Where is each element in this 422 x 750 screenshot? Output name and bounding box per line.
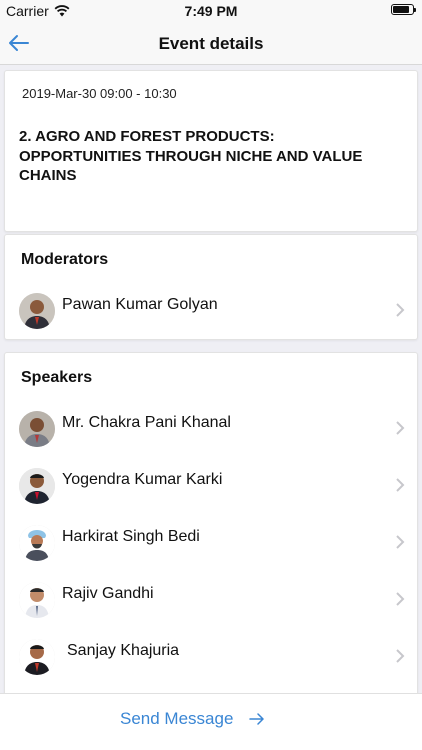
speaker-name: Sanjay Khajuria bbox=[67, 642, 180, 659]
navigation-bar: Event details bbox=[0, 22, 422, 65]
chevron-right-icon bbox=[396, 535, 405, 549]
speaker-item[interactable]: Rajiv Gandhi bbox=[5, 578, 417, 624]
chevron-right-icon bbox=[396, 478, 405, 492]
page-title: Event details bbox=[158, 34, 264, 53]
avatar bbox=[19, 525, 55, 561]
event-title: 2. AGRO AND FOREST PRODUCTS: OPPORTUNITI… bbox=[19, 127, 404, 186]
speakers-card: Speakers Mr. Chakra Pani Khanal Yogendra… bbox=[4, 352, 418, 693]
speaker-item[interactable]: Mr. Chakra Pani Khanal bbox=[5, 407, 417, 453]
chevron-right-icon bbox=[396, 592, 405, 606]
battery-icon bbox=[391, 4, 416, 15]
speaker-item[interactable]: Sanjay Khajuria bbox=[5, 635, 417, 681]
moderators-heading: Moderators bbox=[21, 251, 109, 268]
avatar bbox=[19, 411, 55, 447]
speaker-name: Rajiv Gandhi bbox=[62, 585, 154, 602]
chevron-right-icon bbox=[396, 649, 405, 663]
moderator-name: Pawan Kumar Golyan bbox=[62, 296, 218, 313]
moderators-card: Moderators Pawan Kumar Golyan bbox=[4, 234, 418, 340]
speaker-name: Mr. Chakra Pani Khanal bbox=[62, 414, 231, 431]
send-message-button[interactable]: Send Message bbox=[120, 706, 265, 732]
speaker-name: Yogendra Kumar Karki bbox=[62, 471, 223, 488]
chevron-right-icon bbox=[396, 421, 405, 435]
status-bar: Carrier 7:49 PM bbox=[0, 0, 422, 22]
avatar bbox=[19, 639, 55, 675]
avatar bbox=[19, 468, 55, 504]
status-right bbox=[391, 4, 416, 15]
speaker-name: Harkirat Singh Bedi bbox=[62, 528, 200, 545]
send-message-label: Send Message bbox=[120, 709, 234, 728]
content-area[interactable]: 2019-Mar-30 09:00 - 10:30 2. AGRO AND FO… bbox=[0, 66, 422, 693]
avatar bbox=[19, 293, 55, 329]
event-card: 2019-Mar-30 09:00 - 10:30 2. AGRO AND FO… bbox=[4, 70, 418, 232]
speaker-item[interactable]: Harkirat Singh Bedi bbox=[5, 521, 417, 567]
bottom-action-bar: Send Message bbox=[0, 693, 422, 750]
chevron-right-icon bbox=[396, 303, 405, 317]
event-title-line: OPPORTUNITIES THROUGH NICHE AND VALUE bbox=[19, 147, 363, 165]
arrow-right-icon bbox=[249, 713, 265, 725]
event-title-line: CHAINS bbox=[19, 167, 77, 184]
avatar bbox=[19, 582, 55, 618]
moderator-item[interactable]: Pawan Kumar Golyan bbox=[5, 289, 417, 335]
status-time: 7:49 PM bbox=[184, 3, 238, 19]
event-title-line: 2. AGRO AND FOREST PRODUCTS: bbox=[19, 128, 275, 145]
speakers-heading: Speakers bbox=[21, 369, 93, 386]
event-datetime: 2019-Mar-30 09:00 - 10:30 bbox=[22, 86, 177, 101]
speaker-item[interactable]: Yogendra Kumar Karki bbox=[5, 464, 417, 510]
